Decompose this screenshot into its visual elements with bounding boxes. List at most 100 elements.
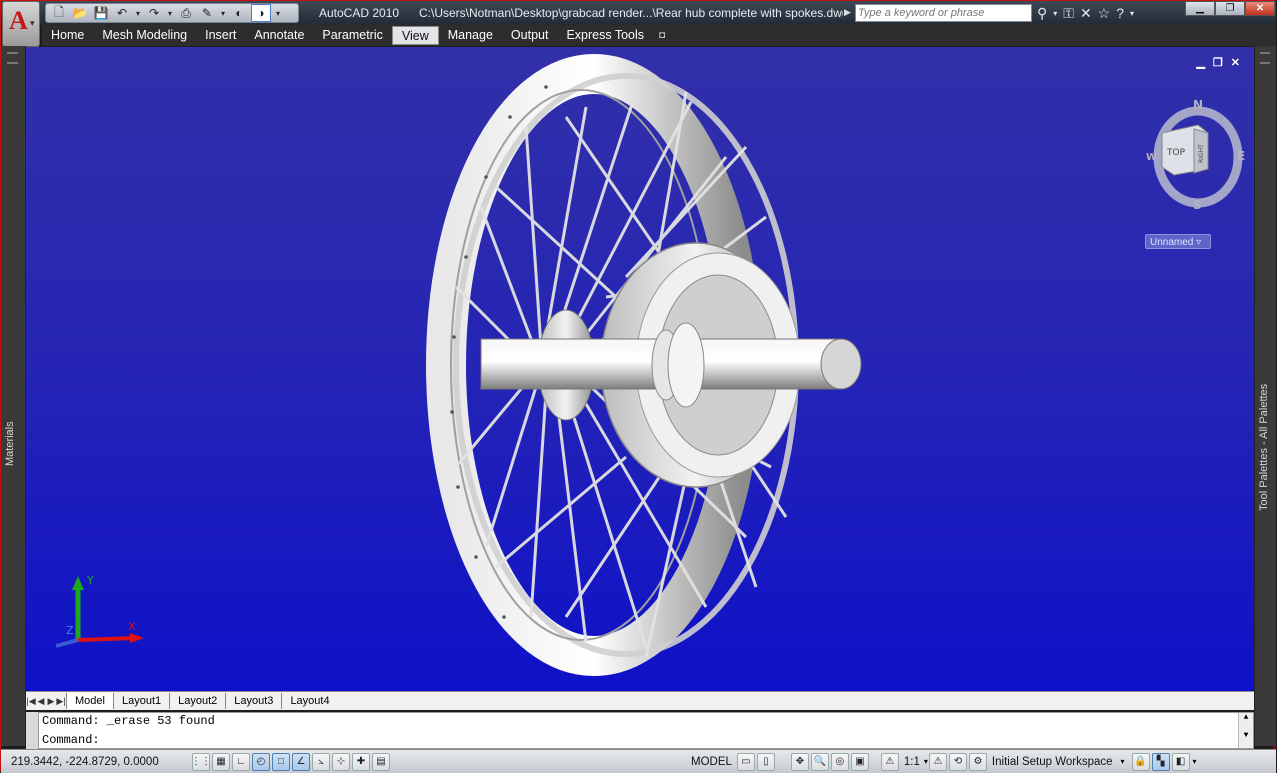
layout-tab-layout2[interactable]: Layout2 [169, 693, 225, 709]
help-icon[interactable]: ? [1116, 5, 1124, 21]
maximize-icon[interactable]: ❐ [1215, 1, 1245, 16]
otrack-icon[interactable]: ∠ [292, 752, 310, 771]
command-scrollbar[interactable]: ▲ ▼ [1238, 713, 1253, 748]
tab-mesh-modeling[interactable]: Mesh Modeling [93, 26, 196, 45]
zoom-icon[interactable]: 🔍 [810, 752, 829, 771]
undo-icon[interactable]: ↶ [113, 5, 131, 21]
command-window[interactable]: Command: _erase 53 found Command: ▲ ▼ [38, 712, 1254, 749]
help-dropdown-icon[interactable]: ▾ [1130, 9, 1134, 18]
palette-grip-icon[interactable] [7, 52, 18, 64]
osnap-icon[interactable]: □ [272, 752, 290, 771]
workspace-icon[interactable]: ◐ [230, 5, 248, 21]
workspace-selector[interactable]: Initial Setup Workspace [992, 756, 1113, 768]
layout-tab-layout4[interactable]: Layout4 [281, 693, 337, 709]
window-controls: ▁ ❐ ✕ [1185, 1, 1275, 16]
search-expand-icon[interactable]: ▶ [844, 7, 851, 18]
command-window-grip[interactable] [26, 712, 38, 749]
plot-icon[interactable]: ⎙ [177, 5, 195, 21]
materials-palette[interactable]: Materials [1, 46, 26, 746]
key-icon[interactable]: ⚿ [1063, 5, 1074, 22]
ducs-icon[interactable]: ⦣ [312, 752, 330, 771]
last-tab-icon[interactable]: ▶| [56, 695, 66, 707]
viewcube[interactable]: N S E W TOP RIGHT [1146, 95, 1246, 210]
document-title: C:\Users\Notman\Desktop\grabcad render..… [419, 6, 843, 20]
redo-dropdown-icon[interactable]: ▾ [166, 5, 174, 21]
tab-express-tools[interactable]: Express Tools [557, 26, 653, 45]
open-icon[interactable]: 📂 [71, 5, 89, 21]
next-tab-icon[interactable]: ▶ [46, 695, 56, 707]
showmotion-icon[interactable]: ▣ [850, 752, 869, 771]
command-prompt[interactable]: Command: [42, 733, 100, 747]
close-icon[interactable]: ✕ [1245, 1, 1275, 16]
workspace-switching-icon[interactable]: ⚙ [968, 752, 987, 771]
title-bar: 🗋 📂 💾 ↶ ▾ ↷ ▾ ⎙ ✎ ▾ ◐ ◑ ▾ AutoCAD 2010 C… [1, 1, 1276, 25]
tab-annotate[interactable]: Annotate [245, 26, 313, 45]
isolate-objects-icon[interactable]: ◧ [1171, 752, 1190, 771]
steering-wheel-icon[interactable]: ◎ [830, 752, 849, 771]
annotation-scale-icon[interactable]: ⚠ [880, 752, 899, 771]
viewport-close-icon[interactable]: ✕ [1231, 56, 1240, 69]
layout-view-icon[interactable]: ▭ [736, 752, 755, 771]
app-title: AutoCAD 2010 [319, 6, 400, 20]
workspace-switch-icon[interactable]: ◑ [251, 4, 271, 22]
minimize-icon[interactable]: ▁ [1185, 1, 1215, 16]
tool-palettes[interactable]: Tool Palettes - All Palettes [1254, 46, 1276, 746]
save-icon[interactable]: 💾 [92, 5, 110, 21]
search-box[interactable] [855, 4, 1032, 22]
publish-icon[interactable]: ✎ [198, 5, 216, 21]
viewport-minimize-icon[interactable]: ▁ [1196, 56, 1204, 69]
redo-icon[interactable]: ↷ [145, 5, 163, 21]
first-tab-icon[interactable]: |◀ [26, 695, 36, 707]
tab-view[interactable]: View [391, 26, 439, 45]
layout-list-icon[interactable]: ▯ [756, 752, 775, 771]
annotation-visibility-icon[interactable]: ⚠ [928, 752, 947, 771]
undo-dropdown-icon[interactable]: ▾ [134, 5, 142, 21]
viewcube-north-label: N [1193, 98, 1203, 112]
snap-icon[interactable]: ⋮⋮ [191, 752, 211, 771]
status-menu-icon[interactable]: ▾ [1193, 757, 1197, 766]
chevron-down-icon: ▾ [30, 18, 35, 28]
annotation-scale[interactable]: 1:1 [904, 756, 920, 768]
chevron-down-icon[interactable]: ▾ [924, 757, 928, 766]
palette-grip-icon[interactable] [1260, 52, 1270, 64]
layout-tab-model[interactable]: Model [66, 693, 113, 709]
layout-tab-layout1[interactable]: Layout1 [112, 693, 169, 709]
tab-parametric[interactable]: Parametric [313, 26, 391, 45]
ortho-icon[interactable]: ∟ [232, 752, 250, 771]
application-menu-button[interactable]: A ▾ [2, 1, 40, 47]
new-icon[interactable]: 🗋 [50, 5, 68, 21]
lineweight-icon[interactable]: ✚ [352, 752, 370, 771]
hardware-acceleration-icon[interactable]: ▚ [1151, 752, 1170, 771]
tools-icon[interactable]: ✕ [1080, 5, 1092, 22]
materials-palette-label: Materials [4, 421, 16, 466]
tab-home[interactable]: Home [42, 26, 93, 45]
search-input[interactable] [858, 6, 1028, 20]
viewport-restore-icon[interactable]: ❐ [1213, 56, 1223, 69]
qat-dropdown-icon[interactable]: ▾ [274, 5, 282, 21]
tab-manage[interactable]: Manage [439, 26, 502, 45]
ucs-menu[interactable]: Unnamed ▿ [1145, 234, 1211, 249]
tab-insert[interactable]: Insert [196, 26, 245, 45]
viewcube-west-label: W [1146, 152, 1157, 163]
coordinates-readout[interactable]: 219.3442, -224.8729, 0.0000 [1, 756, 191, 768]
drawing-viewport[interactable]: ▁ ❐ ✕ N S E W TOP RIGHT Unnamed ▿ Y X Z [26, 47, 1254, 691]
pan-icon[interactable]: ✥ [790, 752, 809, 771]
dyn-icon[interactable]: ⊹ [332, 752, 350, 771]
tab-output[interactable]: Output [502, 26, 558, 45]
auto-scale-icon[interactable]: ⟲ [948, 752, 967, 771]
chevron-down-icon[interactable]: ▾ [1121, 757, 1125, 766]
grid-icon[interactable]: ▦ [212, 752, 230, 771]
status-bar: 219.3442, -224.8729, 0.0000 ⋮⋮ ▦ ∟ ◴ □ ∠… [1, 749, 1276, 773]
viewcube-right-face: RIGHT [1198, 144, 1205, 163]
quick-properties-icon[interactable]: ▤ [372, 752, 390, 771]
binoculars-icon[interactable]: ⚲ [1037, 5, 1047, 22]
publish-dropdown-icon[interactable]: ▾ [219, 5, 227, 21]
layout-tab-layout3[interactable]: Layout3 [225, 693, 281, 709]
model-space-label[interactable]: MODEL [691, 756, 732, 768]
star-icon[interactable]: ☆ [1098, 5, 1111, 22]
lock-icon[interactable]: 🔒 [1131, 752, 1150, 771]
binoculars-dropdown-icon[interactable]: ▾ [1053, 9, 1057, 18]
polar-icon[interactable]: ◴ [252, 752, 270, 771]
ribbon-minimize-icon[interactable]: ◘ [659, 30, 665, 41]
prev-tab-icon[interactable]: ◀ [36, 695, 46, 707]
